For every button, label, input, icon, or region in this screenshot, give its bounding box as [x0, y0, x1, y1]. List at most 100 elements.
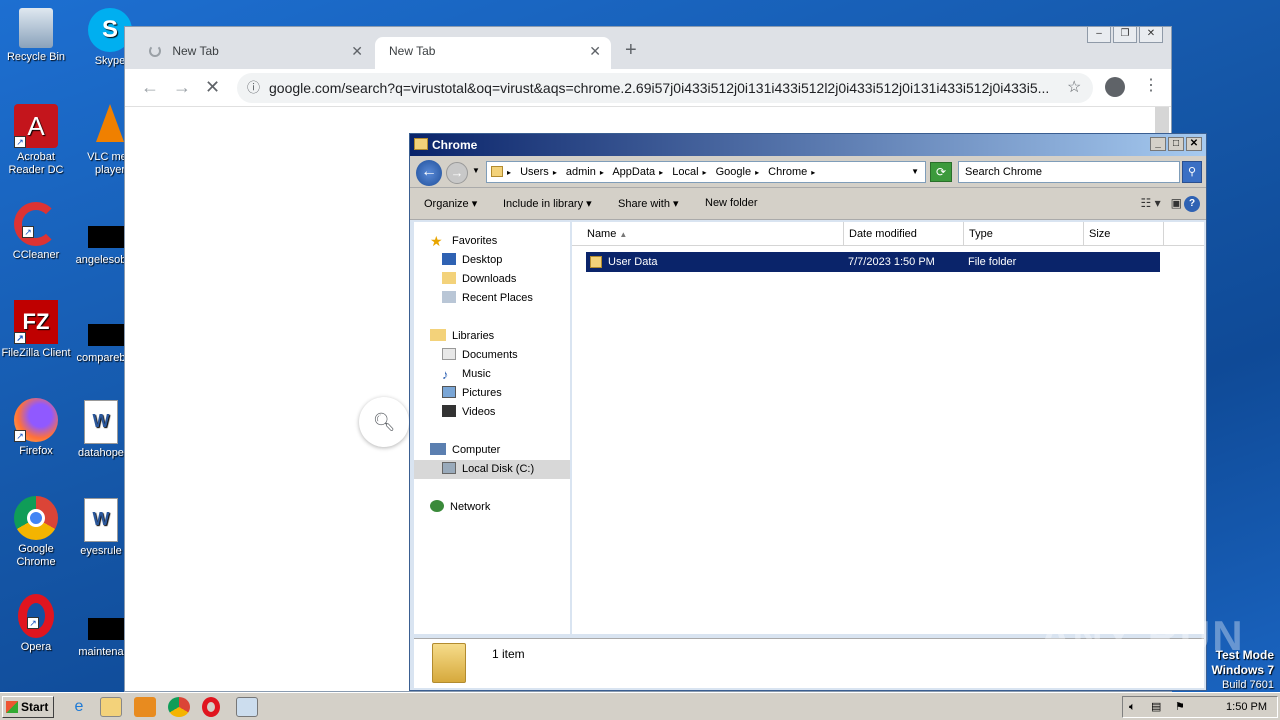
desktop-icon-opera[interactable]: ↗ Opera [0, 594, 72, 654]
site-info-icon[interactable]: ⓘ [247, 73, 260, 103]
nav-computer[interactable]: Computer [414, 441, 570, 460]
explorer-address-row: ← → ▼ ▸ Users ▸ admin ▸ AppData ▸ Local ▸ Go… [410, 156, 1206, 188]
close-button[interactable]: ✕ [1139, 27, 1163, 43]
table-row[interactable]: User Data 7/7/2023 1:50 PM File folder [586, 252, 1160, 272]
notepad-icon[interactable] [236, 697, 258, 717]
nav-libraries[interactable]: Libraries [414, 327, 570, 346]
nav-downloads[interactable]: Downloads [414, 270, 570, 289]
stop-loading-icon[interactable]: ✕ [205, 77, 220, 98]
tab-strip: New Tab ✕ New Tab ✕ + – ❐ ✕ [125, 27, 1171, 69]
minimize-button[interactable]: _ [1150, 137, 1166, 151]
chrome-taskbar-icon[interactable] [168, 697, 190, 717]
tab-new-tab-loading[interactable]: New Tab ✕ [135, 37, 373, 69]
breadcrumb-item[interactable]: Local [672, 166, 698, 178]
minimize-button[interactable]: – [1087, 27, 1111, 43]
address-bar[interactable]: ⓘ google.com/search?q=virustotal&oq=viru… [237, 73, 1093, 103]
nav-music[interactable]: ♪ Music [414, 365, 570, 384]
item-count: 1 item [492, 647, 525, 661]
folder-icon [590, 256, 602, 268]
libraries-icon [430, 329, 446, 341]
filezilla-icon: FZ ↗ [14, 300, 58, 344]
flag-icon[interactable]: ⚑ [1175, 697, 1185, 717]
breadcrumb-item[interactable]: admin [566, 166, 596, 178]
volume-icon[interactable]: 🔈︎ [1129, 697, 1136, 717]
opera-taskbar-icon[interactable] [202, 697, 220, 717]
column-name[interactable]: Name ▲ [582, 222, 844, 246]
computer-icon [430, 443, 446, 455]
back-arrow-icon[interactable]: ← [141, 77, 159, 98]
back-button[interactable]: ← [416, 160, 442, 186]
include-in-library-button[interactable]: Include in library ▾ [503, 197, 592, 210]
breadcrumb-item[interactable]: Users [520, 166, 549, 178]
desktop-icon-chrome[interactable]: Google Chrome [0, 496, 72, 569]
forward-arrow-icon[interactable]: → [173, 77, 191, 98]
breadcrumb[interactable]: ▸ Users ▸ admin ▸ AppData ▸ Local ▸ Google ▸ … [486, 161, 926, 183]
explorer-title-bar[interactable]: Chrome _ □ ✕ [410, 134, 1206, 156]
desktop-icon-recycle-bin[interactable]: Recycle Bin [0, 8, 72, 64]
column-date-modified[interactable]: Date modified [844, 222, 964, 246]
account-avatar-icon[interactable] [1105, 77, 1125, 97]
firefox-icon: ↗ [14, 398, 58, 442]
search-icon[interactable]: 🔍︎ [359, 397, 409, 447]
breadcrumb-item[interactable]: Google [716, 166, 751, 178]
breadcrumb-item[interactable]: AppData [612, 166, 655, 178]
nav-recent-places[interactable]: Recent Places [414, 289, 570, 308]
column-size[interactable]: Size [1084, 222, 1164, 246]
breadcrumb-item[interactable]: Chrome [768, 166, 807, 178]
chrome-menu-icon[interactable]: ⋮ [1143, 75, 1159, 95]
row-type: File folder [968, 256, 1017, 268]
desktop-icon-ccleaner[interactable]: ↗ CCleaner [0, 202, 72, 262]
explorer-window-controls: _ □ ✕ [1150, 137, 1202, 151]
window-title: Chrome [432, 138, 478, 152]
maximize-button[interactable]: □ [1168, 137, 1184, 151]
network-icon [430, 500, 444, 512]
help-icon[interactable]: ? [1184, 196, 1200, 212]
address-text: google.com/search?q=virustotal&oq=virust… [269, 80, 1050, 96]
loading-spinner-icon [149, 45, 161, 57]
search-input[interactable]: Search Chrome [958, 161, 1180, 183]
desktop-icon-filezilla[interactable]: FZ ↗ FileZilla Client [0, 300, 72, 360]
bookmark-star-icon[interactable]: ☆ [1067, 77, 1081, 97]
row-date: 7/7/2023 1:50 PM [848, 256, 935, 268]
explorer-taskbar-icon[interactable] [100, 697, 122, 717]
local-disk-icon [442, 462, 456, 474]
desktop-icon [442, 253, 456, 265]
restore-button[interactable]: ❐ [1113, 27, 1137, 43]
organize-button[interactable]: Organize ▾ [424, 197, 477, 210]
documents-icon [442, 348, 456, 360]
ccleaner-icon: ↗ [14, 202, 58, 246]
close-tab-icon[interactable]: ✕ [589, 37, 601, 65]
nav-favorites[interactable]: ★ Favorites [414, 232, 570, 251]
media-player-icon[interactable] [134, 697, 156, 717]
recent-pages-dropdown[interactable]: ▼ [472, 166, 480, 175]
explorer-window: Chrome _ □ ✕ ← → ▼ ▸ Users ▸ admin ▸ AppDa… [409, 133, 1207, 691]
share-with-button[interactable]: Share with ▾ [618, 197, 679, 210]
nav-desktop[interactable]: Desktop [414, 251, 570, 270]
word-doc-icon: W [84, 400, 118, 444]
network-tray-icon[interactable]: ▤ [1151, 697, 1161, 717]
nav-network[interactable]: Network [414, 498, 570, 517]
view-options-icon[interactable]: ☷ ▾ ▣ [1141, 196, 1182, 210]
desktop-icon-firefox[interactable]: ↗ Firefox [0, 398, 72, 458]
recent-places-icon [442, 291, 456, 303]
start-button[interactable]: Start [2, 696, 54, 718]
new-folder-button[interactable]: New folder [705, 197, 758, 209]
forward-button[interactable]: → [446, 162, 468, 184]
close-tab-icon[interactable]: ✕ [351, 37, 363, 65]
close-button[interactable]: ✕ [1186, 137, 1202, 151]
address-dropdown-icon[interactable]: ▼ [911, 162, 919, 182]
tab-new-tab-active[interactable]: New Tab ✕ [375, 37, 611, 69]
new-tab-button[interactable]: + [625, 39, 637, 62]
column-type[interactable]: Type [964, 222, 1084, 246]
nav-videos[interactable]: Videos [414, 403, 570, 422]
nav-documents[interactable]: Documents [414, 346, 570, 365]
os-info: Test Mode Windows 7 Build 7601 [1211, 648, 1274, 691]
chrome-toolbar: ← → ✕ ⓘ google.com/search?q=virustotal&o… [125, 69, 1171, 107]
desktop-icon-acrobat[interactable]: A ↗ Acrobat Reader DC [0, 104, 72, 177]
ie-icon[interactable]: e [68, 697, 90, 717]
search-icon[interactable]: ⚲ [1182, 161, 1202, 183]
nav-local-disk[interactable]: Local Disk (C:) [414, 460, 570, 479]
clock[interactable]: 1:50 PM [1226, 697, 1267, 717]
nav-pictures[interactable]: Pictures [414, 384, 570, 403]
refresh-button[interactable]: ⟳ [930, 162, 952, 182]
